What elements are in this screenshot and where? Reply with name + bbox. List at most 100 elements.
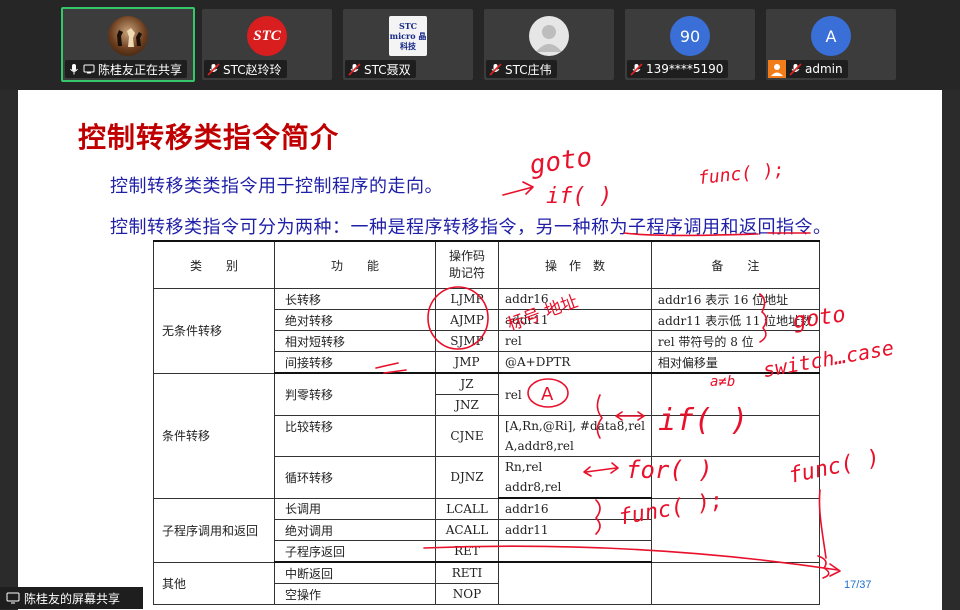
participant-nameplate: admin [768,60,848,78]
header-operand: 操 作 数 [498,240,652,289]
participant-tile[interactable]: STC STC赵玲玲 [202,9,332,80]
cell-note: rel 带符号的 8 位 [650,330,820,352]
cell-function: 相对短转移 [274,330,436,352]
cell-function: 中断返回 [274,561,436,584]
cell-function: 绝对调用 [274,519,436,541]
cell-mnemonic: SJMP [435,330,499,352]
cell-mnemonic: RET [435,540,499,563]
participant-name: STC聂双 [364,62,411,77]
cell-mnemonic: JZ [435,372,499,395]
participant-name: STC赵玲玲 [223,62,282,77]
participant-tile[interactable]: STC庄伟 [484,9,614,80]
cell-note: addr11 表示低 11 位地址数 [650,309,820,331]
shared-slide: 控制转移类指令简介 控制转移类类指令用于控制程序的走向。 控制转移类指令可分为两… [18,90,942,610]
participant-nameplate: STC赵玲玲 [204,60,287,78]
cell-operand: addr8,rel [498,477,652,499]
table-row: 其他 中断返回 RETI [153,561,820,605]
participant-tile[interactable]: STC micro 晶科技 STC聂双 [343,9,473,80]
slide-text-line: 控制转移类指令可分为两种：一种是程序转移指令，另一种称为子程序调用和返回指令。 [110,217,832,238]
cell-operand: @A+DPTR [498,351,652,374]
group-label: 条件转移 [153,372,275,499]
cell-operand: [A,Rn,@Ri], #data8,rel [498,415,652,436]
table-row: 无条件转移 长转移 LJMP addr16 addr16 表示 16 位地址 [153,288,820,374]
microphone-muted-icon [789,62,802,76]
cell-note [650,456,820,499]
table-row: 子程序调用和返回 长调用 LCALL addr16 [153,497,820,563]
table-header-row: 类 别 功 能 操作码 助记符 操 作 数 备 注 [153,240,820,289]
participant-tile[interactable]: A admin [766,9,896,80]
cell-function: 绝对转移 [274,309,436,331]
participant-name: 139****5190 [646,62,724,76]
header-function: 功 能 [274,240,436,289]
cell-note [650,497,820,563]
cell-operand: addr11 [498,519,652,541]
header-mnemonic: 操作码 助记符 [435,240,499,289]
screen-share-label-text: 陈桂友的屏幕共享 [24,591,121,606]
participant-name: admin [805,62,843,76]
cell-function: 长调用 [274,497,436,520]
participant-nameplate: STC聂双 [345,60,416,78]
microphone-muted-icon [630,62,643,76]
group-label: 子程序调用和返回 [153,497,275,563]
cell-function: 比较转移 [274,415,436,457]
cell-function: 长转移 [274,288,436,310]
microphone-muted-icon [207,62,220,76]
slide-text-line: 控制转移类类指令用于控制程序的走向。 [110,176,443,197]
participant-nameplate: STC庄伟 [486,60,557,78]
participant-name: 陈桂友正在共享 [98,62,183,77]
person-icon [529,16,569,56]
cell-function: 判零转移 [274,372,436,416]
cell-function: 循环转移 [274,456,436,499]
cell-operand [498,561,652,605]
cell-operand: Rn,rel [498,456,652,477]
cell-operand [498,540,652,563]
cell-mnemonic: JMP [435,351,499,374]
cell-note: 相对偏移量 [650,351,820,374]
cell-mnemonic: DJNZ [435,456,499,499]
header-type: 类 别 [153,240,275,289]
cell-mnemonic: JNZ [435,394,499,416]
header-note: 备 注 [650,240,820,289]
cell-mnemonic: LCALL [435,497,499,520]
slide-title: 控制转移类指令简介 [78,121,340,154]
cell-operand: addr16 [498,288,652,310]
participant-tile-sharer[interactable]: 陈桂友正在共享 [61,7,195,82]
annotation-func-top: func( ); [697,159,785,189]
screen-share-icon [83,64,95,74]
cell-mnemonic: CJNE [435,415,499,457]
cell-note: addr16 表示 16 位地址 [650,288,820,310]
group-label: 无条件转移 [153,288,275,374]
cell-mnemonic: ACALL [435,519,499,541]
cell-mnemonic: AJMP [435,309,499,331]
annotation-goto-top: goto [528,142,594,180]
instruction-table: 类 别 功 能 操作码 助记符 操 作 数 备 注 无条件转移 长转移 LJMP … [153,240,820,605]
page-number: 17/37 [844,579,872,591]
cell-note [650,372,820,416]
microphone-icon [70,64,78,75]
cell-mnemonic: NOP [435,583,499,605]
cell-operand: rel [498,372,652,416]
annotation-if-top: if( ) [546,184,612,209]
host-icon [768,60,786,78]
annotation-arrow [502,181,534,196]
annotation-down-arrow [818,489,827,559]
participant-strip: 陈桂友正在共享 STC STC赵玲玲 STC micro 晶科技 STC聂双 S… [0,0,960,90]
initials-avatar: A [811,16,851,56]
participant-tile[interactable]: 90 139****5190 [625,9,755,80]
cell-function: 子程序返回 [274,540,436,563]
group-label: 其他 [153,561,275,605]
chess-photo-avatar [108,16,148,56]
cell-note [650,415,820,457]
cell-operand: rel [498,330,652,352]
participant-name: STC庄伟 [505,62,552,77]
table-row: 条件转移 判零转移 JZ rel [153,372,820,499]
cell-mnemonic: LJMP [435,288,499,310]
cell-mnemonic: RETI [435,561,499,584]
cell-note [650,561,820,605]
microphone-muted-icon [348,62,361,76]
cell-function: 间接转移 [274,351,436,374]
cell-operand: addr11 [498,309,652,331]
stc-logo-avatar: STC [247,16,287,56]
participant-nameplate: 陈桂友正在共享 [65,60,188,78]
screen-share-label[interactable]: 陈桂友的屏幕共享 [0,587,143,609]
